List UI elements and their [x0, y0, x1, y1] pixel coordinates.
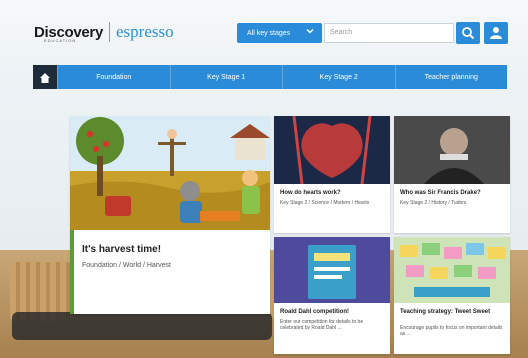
- tractor-silhouette: [12, 312, 272, 340]
- content-card-image: [274, 237, 390, 303]
- logo-subtitle: EDUCATION: [44, 38, 77, 43]
- content-card[interactable]: Teaching strategy: Tweet Sweet Encourage…: [394, 237, 510, 354]
- home-icon: [39, 71, 51, 89]
- stage-select-button[interactable]: All key stages: [237, 23, 322, 43]
- nav-item-key-stage-2[interactable]: Key Stage 2: [282, 65, 395, 89]
- logo[interactable]: Discovery EDUCATION espresso: [34, 20, 174, 44]
- content-card-meta: Key Stage 2 / History / Tudors: [400, 200, 467, 206]
- featured-card-meta: Foundation / World / Harvest: [82, 262, 171, 269]
- logo-product-text: espresso: [116, 22, 174, 41]
- content-card[interactable]: How do hearts work? Key Stage 2 / Scienc…: [274, 116, 390, 233]
- content-card-meta: Key Stage 2 / Science / Modern / Hearts: [280, 200, 370, 206]
- search-placeholder: Search: [330, 29, 353, 36]
- featured-card-accent-bar: [70, 230, 74, 314]
- content-card-image: [394, 237, 510, 303]
- content-card-image: [274, 116, 390, 184]
- featured-card-title: It's harvest time!: [82, 244, 162, 255]
- content-card-title: How do hearts work?: [280, 190, 341, 196]
- content-card-image: [394, 116, 510, 184]
- user-icon: [490, 26, 502, 45]
- main-nav: Foundation Key Stage 1 Key Stage 2 Teach…: [33, 65, 507, 89]
- account-button[interactable]: [484, 22, 508, 44]
- search-input[interactable]: Search: [324, 23, 454, 43]
- nav-item-key-stage-1[interactable]: Key Stage 1: [169, 65, 282, 89]
- featured-card[interactable]: It's harvest time! Foundation / World / …: [70, 116, 270, 314]
- content-card-title: Roald Dahl competition!: [280, 309, 349, 315]
- content-card-title: Teaching strategy: Tweet Sweet: [400, 309, 491, 315]
- logo-divider: [109, 22, 111, 42]
- chevron-down-icon: [306, 27, 314, 37]
- featured-card-image: [70, 116, 270, 230]
- content-card[interactable]: Roald Dahl competition! Enter our compet…: [274, 237, 390, 354]
- nav-home-button[interactable]: [33, 65, 57, 89]
- nav-item-foundation[interactable]: Foundation: [57, 65, 170, 89]
- stage-select-label: All key stages: [247, 29, 291, 37]
- content-card-meta: Enter our competition for details to be …: [280, 319, 364, 331]
- content-card[interactable]: Who was Sir Francis Drake? Key Stage 2 /…: [394, 116, 510, 233]
- search-icon: [461, 26, 475, 45]
- search-button[interactable]: [456, 22, 480, 44]
- content-card-meta: Encourage pupils to focus on important d…: [400, 325, 503, 337]
- nav-item-teacher-planning[interactable]: Teacher planning: [394, 65, 507, 89]
- content-card-title: Who was Sir Francis Drake?: [400, 190, 481, 196]
